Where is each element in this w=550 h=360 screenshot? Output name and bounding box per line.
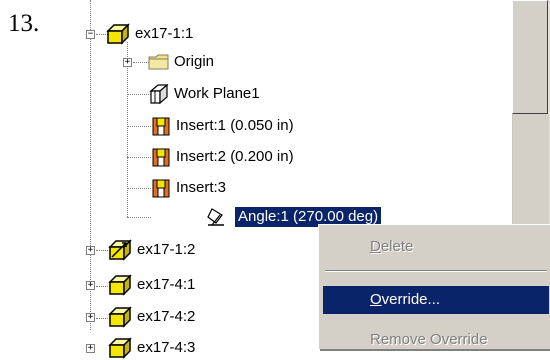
tree-item-label: Insert:1 (0.050 in) (176, 117, 294, 134)
scrollbar-thumb[interactable] (512, 0, 548, 114)
insert-constraint-icon (152, 117, 170, 136)
context-menu: Delete Override... Remove Override (318, 224, 550, 349)
tree-item-origin[interactable]: + Origin (60, 50, 360, 74)
menu-item-delete[interactable]: Delete (323, 233, 549, 261)
part-icon (108, 306, 132, 328)
part-icon (108, 274, 132, 296)
tree-item-label: Insert:3 (176, 179, 227, 196)
tree-item-label: Work Plane1 (174, 85, 260, 102)
expand-icon[interactable]: + (86, 313, 95, 322)
part-icon (106, 23, 130, 45)
menu-item-label: elete (380, 238, 414, 255)
adaptive-part-icon (108, 239, 132, 261)
tree-item-label: Origin (174, 53, 215, 70)
tree-item-work-plane[interactable]: Work Plane1 (60, 82, 360, 106)
expand-icon[interactable]: + (86, 344, 95, 353)
tree-item-ex17-4-2[interactable]: + ex17-4:2 (60, 305, 360, 329)
tree-item-insert-1[interactable]: Insert:1 (0.050 in) (60, 114, 360, 138)
tree-item-label: ex17-1:1 (135, 25, 194, 42)
tree-item-label: ex17-4:2 (137, 308, 196, 325)
menu-item-label: Remove Override (370, 331, 488, 348)
step-number: 13. (8, 10, 40, 37)
folder-icon (148, 54, 169, 70)
expand-icon[interactable]: + (86, 281, 95, 290)
menu-item-remove-override[interactable]: Remove Override (323, 326, 549, 354)
part-icon (108, 337, 132, 359)
insert-constraint-icon (152, 148, 170, 167)
menu-item-override[interactable]: Override... (323, 286, 549, 314)
tree-item-ex17-1-2[interactable]: + ex17-1:2 (60, 238, 360, 262)
tree-item-label: ex17-4:3 (137, 339, 196, 356)
tree-item-insert-2[interactable]: Insert:2 (0.200 in) (60, 145, 360, 169)
tree-item-ex17-4-1[interactable]: + ex17-4:1 (60, 273, 360, 297)
menu-mnemonic: O (370, 291, 382, 308)
menu-mnemonic: D (370, 238, 381, 255)
menu-separator (325, 270, 547, 272)
tree-item-label: Insert:2 (0.200 in) (176, 148, 294, 165)
work-plane-icon (149, 83, 169, 105)
collapse-icon[interactable]: − (86, 30, 95, 39)
tree-item-ex17-1-1[interactable]: − ex17-1:1 (60, 22, 360, 46)
angle-constraint-icon (207, 208, 224, 226)
insert-constraint-icon (152, 179, 170, 198)
tree-item-label: ex17-4:1 (137, 276, 196, 293)
menu-item-label: verride... (381, 291, 441, 308)
expand-icon[interactable]: + (123, 58, 132, 67)
expand-icon[interactable]: + (86, 246, 95, 255)
tree-item-label: ex17-1:2 (137, 241, 196, 258)
tree-item-ex17-4-3[interactable]: + ex17-4:3 (60, 336, 360, 360)
tree-item-insert-3[interactable]: Insert:3 (60, 176, 360, 200)
